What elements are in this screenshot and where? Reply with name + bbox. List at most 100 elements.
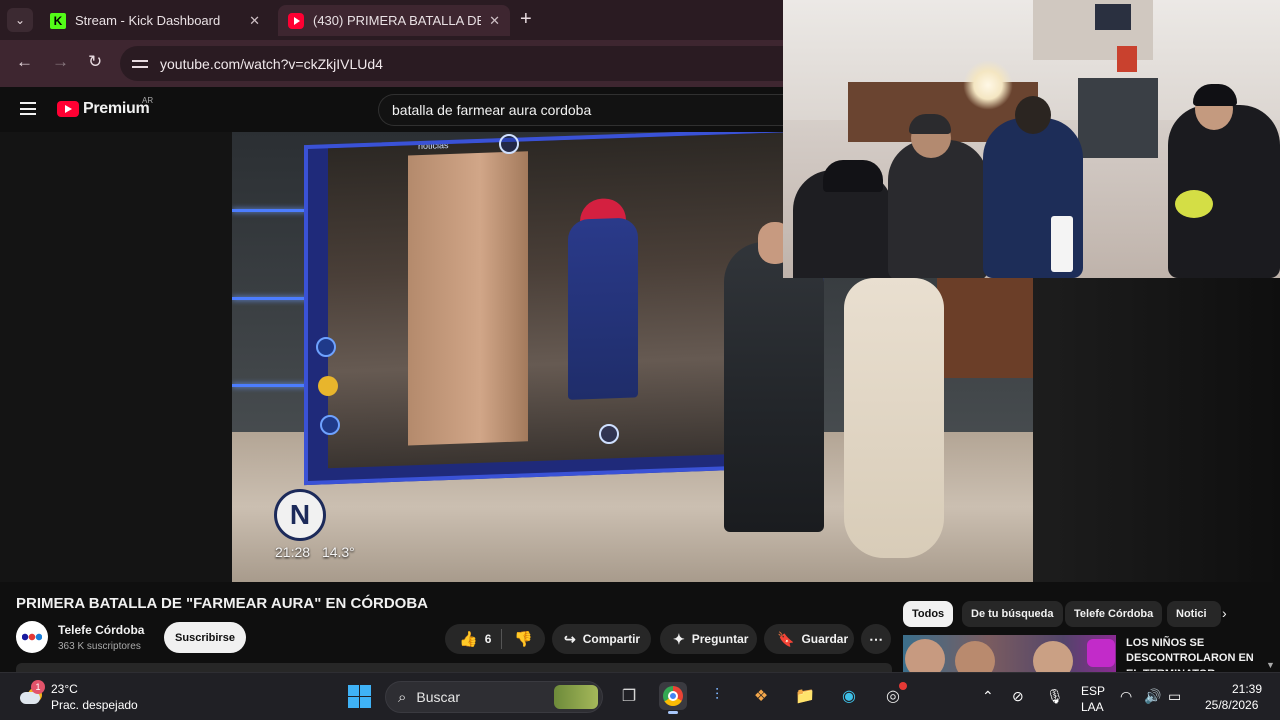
video-title: PRIMERA BATALLA DE "FARMEAR AURA" EN CÓR…: [16, 595, 428, 612]
microphone-icon[interactable]: 🎙: [1046, 688, 1064, 705]
copilot-icon[interactable]: ❖: [747, 682, 775, 710]
forward-button[interactable]: →: [52, 52, 69, 72]
channel-watermark: N: [274, 489, 326, 541]
overlay-time-temp: 21:28 14.3°: [275, 544, 355, 560]
webcam-overlay: [783, 0, 1280, 278]
neon-strip: [232, 384, 312, 387]
ring-marker: [320, 415, 340, 435]
chip-channel[interactable]: Telefe Córdoba: [1065, 601, 1163, 627]
keyboard-layout[interactable]: LAA: [1081, 700, 1104, 714]
save-label: Guardar: [801, 632, 849, 646]
player-backdrop-right: [1033, 278, 1280, 582]
chip-from-search[interactable]: De tu búsqueda: [962, 601, 1063, 627]
subscribe-button[interactable]: Suscribirse: [164, 622, 246, 653]
head: [1015, 96, 1051, 134]
screen-marker: [499, 134, 519, 154]
share-icon: ↪: [564, 630, 576, 647]
cap: [1193, 84, 1237, 106]
player-backdrop-left: [0, 132, 232, 582]
recommendation-thumbnail[interactable]: [903, 635, 1116, 672]
overlay-time: 21:28: [275, 544, 311, 560]
windows-start-icon[interactable]: [348, 685, 371, 708]
telefe-logo-icon: [22, 632, 42, 642]
menu-icon[interactable]: [20, 102, 36, 115]
ask-button[interactable]: ✦ Preguntar: [660, 624, 757, 654]
site-settings-icon[interactable]: [132, 57, 148, 71]
back-button[interactable]: ←: [16, 52, 33, 72]
like-count[interactable]: 6: [485, 632, 492, 646]
more-icon: ⋯: [869, 630, 883, 647]
shelf: [1078, 78, 1158, 158]
thumb-badge: [1087, 639, 1115, 667]
chevron-right-icon[interactable]: ›: [1222, 605, 1227, 621]
clock-time[interactable]: 21:39: [1232, 682, 1262, 696]
youtube-icon: [288, 12, 304, 29]
subscriber-count: 363 K suscriptores: [58, 641, 141, 652]
lamp-glow: [963, 60, 1013, 110]
clock-date[interactable]: 25/8/2026: [1205, 698, 1258, 712]
chip-news[interactable]: Notici: [1167, 601, 1221, 627]
reload-button[interactable]: ↻: [88, 52, 102, 72]
thumb-face: [905, 639, 945, 672]
save-button[interactable]: 🔖 Guardar: [764, 624, 854, 654]
audio-app-icon[interactable]: ⫶: [703, 682, 731, 710]
windows-taskbar: 1 23°C Prac. despejado ⌕ Buscar ❐ ⫶ ❖ 📁 …: [0, 672, 1280, 720]
wifi-icon[interactable]: ◠: [1120, 688, 1132, 705]
file-explorer-icon[interactable]: 📁: [791, 682, 819, 710]
search-input[interactable]: batalla de farmear aura cordoba: [378, 94, 798, 126]
recommendation-title-overflow[interactable]: EL TERMINATOR: [1126, 668, 1215, 671]
neon-strip: [232, 209, 307, 212]
like-icon[interactable]: 👍: [459, 630, 478, 648]
obs-icon[interactable]: ◎: [879, 682, 907, 710]
task-view-icon[interactable]: ❐: [615, 682, 643, 710]
channel-avatar[interactable]: [16, 621, 48, 653]
sparkle-icon: ✦: [673, 630, 685, 647]
tab-kick-dashboard[interactable]: K Stream - Kick Dashboard ✕: [40, 5, 270, 36]
presenter: [724, 242, 824, 532]
search-label: Buscar: [416, 689, 460, 705]
scroll-down-icon[interactable]: ▼: [1266, 660, 1275, 670]
dislike-icon[interactable]: 👎: [514, 630, 533, 648]
search-highlight-art: [554, 685, 598, 709]
taskbar-search[interactable]: ⌕ Buscar: [385, 681, 603, 713]
more-actions-button[interactable]: ⋯: [861, 624, 891, 654]
channel-name[interactable]: Telefe Córdoba: [58, 623, 144, 637]
battery-icon[interactable]: ▭: [1168, 688, 1181, 705]
share-button[interactable]: ↪ Compartir: [552, 624, 651, 654]
chip-all[interactable]: Todos: [903, 601, 954, 627]
poster: [1095, 4, 1131, 30]
share-label: Compartir: [582, 632, 641, 646]
weather-desc[interactable]: Prac. despejado: [51, 698, 138, 712]
cap: [909, 114, 951, 134]
language-code[interactable]: ESP: [1081, 684, 1105, 698]
screen-label: noticias: [418, 140, 449, 152]
close-icon[interactable]: ✕: [489, 13, 500, 29]
recommendation-title[interactable]: LOS NIÑOS SE DESCONTROLARON EN: [1126, 636, 1266, 666]
country-code: AR: [142, 96, 154, 105]
chrome-app[interactable]: [659, 682, 687, 714]
co-host: [844, 278, 944, 558]
kick-icon: K: [50, 12, 66, 29]
ask-label: Preguntar: [691, 632, 749, 646]
youtube-premium-logo[interactable]: Premium AR: [57, 96, 153, 118]
close-icon[interactable]: ✕: [249, 13, 260, 29]
tab-youtube-video[interactable]: (430) PRIMERA BATALLA DE "FA ✕: [278, 5, 510, 36]
edge-icon[interactable]: ◉: [835, 682, 863, 710]
chevron-up-icon[interactable]: ⌃: [982, 688, 994, 705]
new-tab-button[interactable]: +: [520, 8, 532, 31]
tab-title: Stream - Kick Dashboard: [75, 13, 221, 28]
weather-temp[interactable]: 23°C: [51, 682, 78, 696]
volume-icon[interactable]: 🔊: [1144, 688, 1161, 705]
tab-search-button[interactable]: ⌄: [7, 8, 33, 32]
description-box[interactable]: [16, 663, 892, 672]
network-off-icon[interactable]: ⊘: [1012, 688, 1024, 705]
screen: ⌄ K Stream - Kick Dashboard ✕ (430) PRIM…: [0, 0, 1280, 720]
screen-marker: [599, 424, 619, 444]
address-bar[interactable]: youtube.com/watch?v=ckZkjIVLUd4: [120, 46, 820, 81]
bowl: [1175, 190, 1213, 218]
divider: [501, 629, 503, 649]
cap: [823, 160, 883, 192]
friend-person: [888, 140, 988, 278]
studio-door: [937, 278, 1033, 378]
search-icon: ⌕: [398, 688, 407, 706]
